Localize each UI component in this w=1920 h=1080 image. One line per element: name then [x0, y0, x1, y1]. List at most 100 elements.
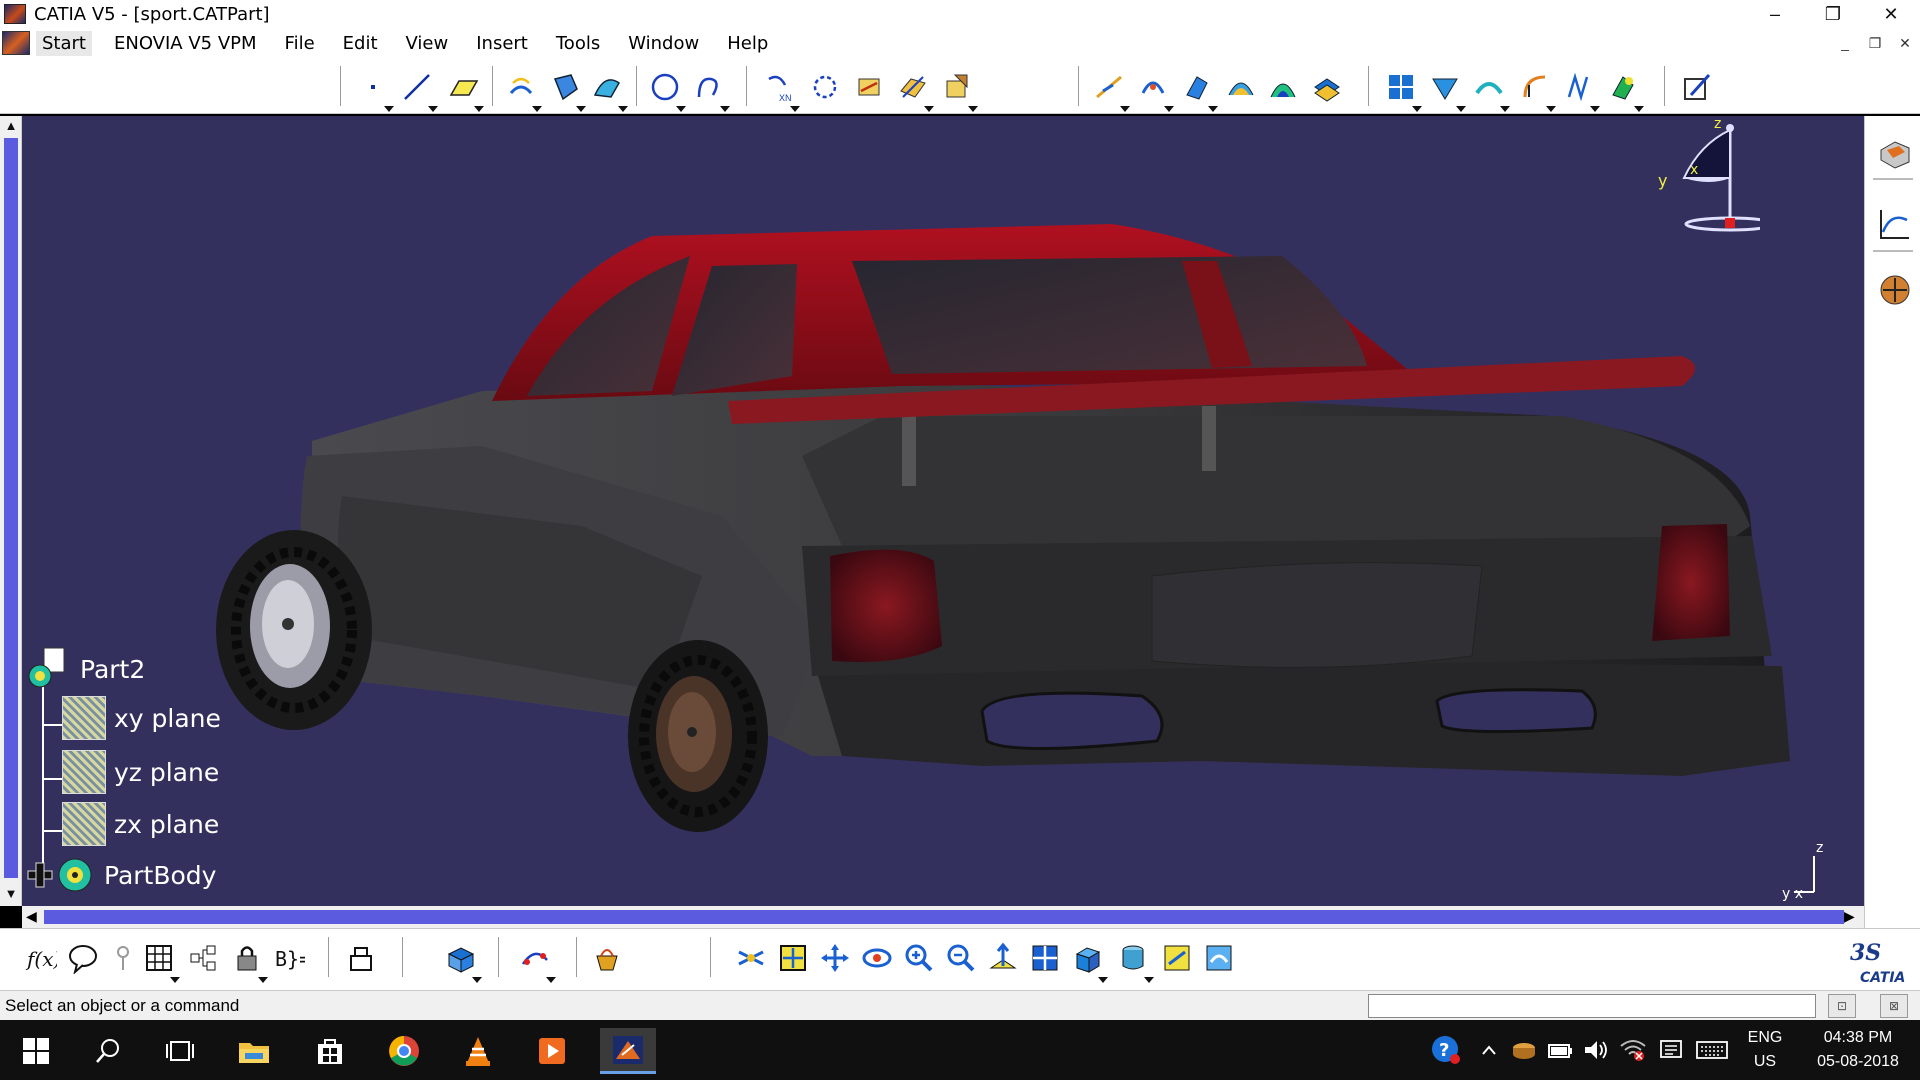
scroll-right-icon[interactable]: ▶ — [1844, 908, 1855, 925]
tree-node-yz-plane[interactable]: yz plane — [62, 750, 219, 794]
chrome-button[interactable] — [376, 1028, 432, 1074]
join-tool[interactable]: XN — [762, 70, 800, 112]
power-input-field[interactable] — [1368, 994, 1816, 1018]
zoom-in-tool[interactable] — [902, 941, 936, 975]
catalog-tool[interactable] — [344, 941, 378, 975]
system-clock[interactable]: 04:38 PM 05-08-2018 — [1808, 1026, 1908, 1074]
menu-insert[interactable]: Insert — [470, 31, 534, 56]
formula-tool[interactable]: f(x) — [24, 941, 58, 975]
doc-close-button[interactable]: ✕ — [1894, 33, 1916, 53]
restore-button[interactable]: ❐ — [1806, 0, 1860, 28]
analysis-graph-icon[interactable] — [1877, 206, 1913, 242]
rotate-view-tool[interactable] — [860, 941, 894, 975]
store-button[interactable] — [302, 1028, 358, 1074]
menu-view[interactable]: View — [400, 31, 455, 56]
keyboard-tray-icon[interactable] — [1694, 1020, 1730, 1080]
vertical-scroll-thumb[interactable] — [4, 138, 18, 878]
sketcher-tool[interactable] — [1680, 70, 1714, 104]
tray-app-icon[interactable] — [1510, 1020, 1538, 1080]
menu-file[interactable]: File — [279, 31, 321, 56]
fillet-tool[interactable] — [1518, 70, 1556, 112]
design-table-tool[interactable] — [142, 941, 180, 983]
car-model[interactable] — [22, 116, 1864, 906]
multi-view-tool[interactable] — [1028, 941, 1062, 975]
extrude-surface-tool[interactable] — [504, 70, 542, 112]
shading-tool[interactable] — [1116, 941, 1154, 983]
offset-tool[interactable] — [1606, 70, 1644, 112]
iso-view-tool[interactable] — [1070, 941, 1108, 983]
tree-node-xy-plane[interactable]: xy plane — [62, 696, 221, 740]
translate-tool[interactable] — [1092, 70, 1130, 112]
network-tray-icon[interactable] — [1618, 1020, 1648, 1080]
swept-volume-tool[interactable] — [518, 941, 556, 983]
menu-edit[interactable]: Edit — [337, 31, 384, 56]
menu-start[interactable]: Start — [36, 30, 92, 56]
horizontal-scrollbar[interactable]: ◀ ▶ — [22, 906, 1864, 928]
healing-tool[interactable] — [808, 70, 842, 104]
comment-tool[interactable] — [66, 941, 100, 975]
brackets-tool[interactable]: B}= — [272, 941, 306, 975]
task-view-button[interactable] — [152, 1028, 208, 1074]
windows-start-button[interactable] — [8, 1028, 64, 1074]
circle-tool[interactable] — [648, 70, 686, 112]
horizontal-scroll-thumb[interactable] — [44, 910, 1844, 924]
close-button[interactable]: ✕ — [1864, 0, 1918, 28]
doc-minimize-button[interactable]: _ — [1834, 33, 1856, 53]
menu-enovia[interactable]: ENOVIA V5 VPM — [108, 31, 263, 56]
rotate-tool[interactable] — [1136, 70, 1174, 112]
catia-taskbar-button[interactable] — [600, 1028, 656, 1074]
search-button[interactable] — [80, 1028, 136, 1074]
scroll-left-icon[interactable]: ◀ — [26, 908, 37, 925]
language-indicator[interactable]: ENG US — [1740, 1026, 1790, 1074]
scroll-down-icon[interactable]: ▼ — [3, 886, 19, 902]
extract-tool[interactable] — [940, 70, 978, 112]
point-tool[interactable] — [356, 70, 394, 112]
vlc-button[interactable] — [450, 1028, 506, 1074]
menu-window[interactable]: Window — [622, 31, 705, 56]
battery-tray-icon[interactable] — [1546, 1020, 1574, 1080]
trim-tool[interactable] — [896, 70, 934, 112]
power-input-button[interactable]: ⊡ — [1828, 994, 1856, 1018]
media-player-button[interactable] — [524, 1028, 580, 1074]
show-hidden-icons-button[interactable] — [1476, 1020, 1502, 1080]
minimize-button[interactable]: – — [1748, 0, 1802, 28]
blend-tool[interactable] — [1472, 70, 1510, 112]
fit-all-tool[interactable] — [776, 941, 810, 975]
3d-viewport[interactable]: z y x z y x — [22, 116, 1864, 906]
symmetry-tool[interactable] — [1180, 70, 1218, 112]
doc-restore-button[interactable]: ❐ — [1864, 33, 1886, 53]
spline-tool[interactable] — [692, 70, 730, 112]
action-center-icon-button[interactable] — [1656, 1020, 1686, 1080]
hierarchy-tool[interactable] — [186, 941, 220, 975]
hide-show-tool[interactable] — [1160, 941, 1194, 975]
zoom-out-tool[interactable] — [944, 941, 978, 975]
expand-plus-icon[interactable] — [26, 861, 54, 889]
file-explorer-button[interactable] — [226, 1028, 282, 1074]
vertical-scrollbar[interactable]: ▲ ▼ — [0, 116, 22, 906]
pan-tool[interactable] — [818, 941, 852, 975]
multi-section-tool[interactable] — [1562, 70, 1600, 112]
tree-node-zx-plane[interactable]: zx plane — [62, 802, 219, 846]
normal-view-tool[interactable] — [986, 941, 1020, 975]
sketch-analysis-tool[interactable] — [1428, 70, 1466, 112]
tree-node-partbody[interactable]: PartBody — [26, 854, 216, 896]
start-menu-icon[interactable] — [2, 31, 30, 55]
help-tray-icon[interactable]: ? — [1428, 1020, 1464, 1080]
plane-tool[interactable] — [446, 70, 484, 112]
scaling-tool[interactable] — [1224, 70, 1258, 104]
measure-tool[interactable] — [444, 941, 482, 983]
tree-node-part[interactable]: Part2 — [26, 646, 145, 692]
apply-material-tool[interactable] — [590, 941, 624, 975]
part-design-workbench-icon[interactable] — [1877, 136, 1913, 172]
revolve-tool[interactable] — [548, 70, 586, 112]
key-tool[interactable] — [106, 941, 140, 975]
affinity-tool[interactable] — [1266, 70, 1300, 104]
sweep-tool[interactable] — [590, 70, 628, 112]
axis-to-axis-tool[interactable] — [1310, 70, 1344, 104]
pattern-tool[interactable] — [1384, 70, 1422, 112]
menu-tools[interactable]: Tools — [550, 31, 606, 56]
catia-app-icon[interactable] — [4, 4, 26, 24]
line-tool[interactable] — [400, 70, 438, 112]
lock-tool[interactable] — [230, 941, 268, 983]
volume-tray-icon[interactable] — [1582, 1020, 1610, 1080]
